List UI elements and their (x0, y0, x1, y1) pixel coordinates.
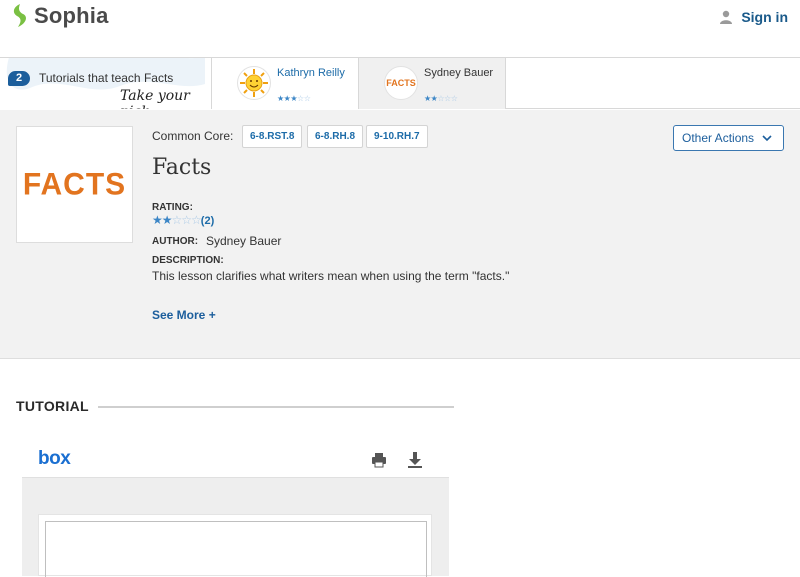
common-core-label: Common Core: (152, 129, 234, 143)
rating-label: RATING: (152, 202, 193, 213)
facts-thumbnail: FACTS (384, 66, 418, 100)
author-name: Sydney Bauer (206, 234, 282, 248)
tutorial-picker: 2 Tutorials that teach Facts Take your p… (0, 57, 800, 109)
picker-intro: 2 Tutorials that teach Facts Take your p… (0, 58, 212, 109)
rating-count: (2) (200, 215, 215, 227)
see-more-link[interactable]: See More + (152, 308, 216, 322)
rating-stars[interactable]: ★★☆☆☆(2) (152, 213, 214, 227)
standard-tag[interactable]: 9-10.RH.7 (366, 125, 428, 148)
tutorial-author: Sydney Bauer (424, 67, 494, 79)
page-title: Facts (152, 155, 212, 180)
description-label: DESCRIPTION: (152, 255, 224, 266)
brand-name: Sophia (34, 3, 109, 28)
tutorial-rating-stars: ★★☆☆☆ (424, 94, 458, 103)
take-your-pick-text: Take your pick: (120, 88, 190, 109)
sun-thumbnail (237, 66, 271, 100)
tutorial-thumbnail: FACTS (16, 126, 133, 243)
tutorial-count-badge: 2 (8, 71, 30, 86)
author-label: AUTHOR: (152, 236, 199, 247)
download-icon[interactable] (407, 451, 423, 468)
heading-divider (98, 406, 454, 408)
tutorial-heading: TUTORIAL (16, 398, 89, 414)
tutorial-card-sydney-bauer[interactable]: FACTS Sydney Bauer ★★☆☆☆ (359, 58, 506, 109)
description-text: This lesson clarifies what writers mean … (152, 269, 510, 283)
tutorial-card-kathryn-reilly[interactable]: Kathryn Reilly ★★★☆☆ (212, 58, 359, 109)
other-actions-button[interactable]: Other Actions (673, 125, 784, 151)
person-icon (720, 10, 733, 24)
standard-tag[interactable]: 6-8.RH.8 (307, 125, 364, 148)
sign-in-link[interactable]: Sign in (719, 9, 788, 25)
other-actions-label: Other Actions (682, 131, 755, 145)
box-logo[interactable]: box (38, 448, 71, 470)
viewer-toolbar: box (22, 440, 449, 478)
document-page (38, 514, 432, 577)
sun-icon (240, 69, 268, 97)
print-icon[interactable] (371, 452, 387, 468)
site-header: Sophia Sign in (0, 0, 800, 36)
sophia-leaf-icon (13, 4, 26, 27)
facts-thumbnail-text: FACTS (22, 166, 127, 202)
chevron-down-icon (762, 126, 772, 160)
tutorial-detail: FACTS Common Core: 6-8.RST.8 6-8.RH.8 9-… (0, 110, 800, 359)
standard-tag[interactable]: 6-8.RST.8 (242, 125, 303, 148)
tutorial-author: Kathryn Reilly (277, 67, 345, 79)
document-page-border (45, 521, 427, 577)
facts-thumb-text: FACTS (386, 78, 416, 88)
document-viewer: box (22, 440, 449, 577)
tutorial-rating-stars: ★★★☆☆ (277, 94, 311, 103)
sophia-logo[interactable]: Sophia (10, 3, 109, 29)
sign-in-label: Sign in (741, 9, 788, 25)
picker-intro-text: Tutorials that teach Facts (39, 71, 174, 85)
viewer-canvas[interactable] (22, 478, 449, 577)
